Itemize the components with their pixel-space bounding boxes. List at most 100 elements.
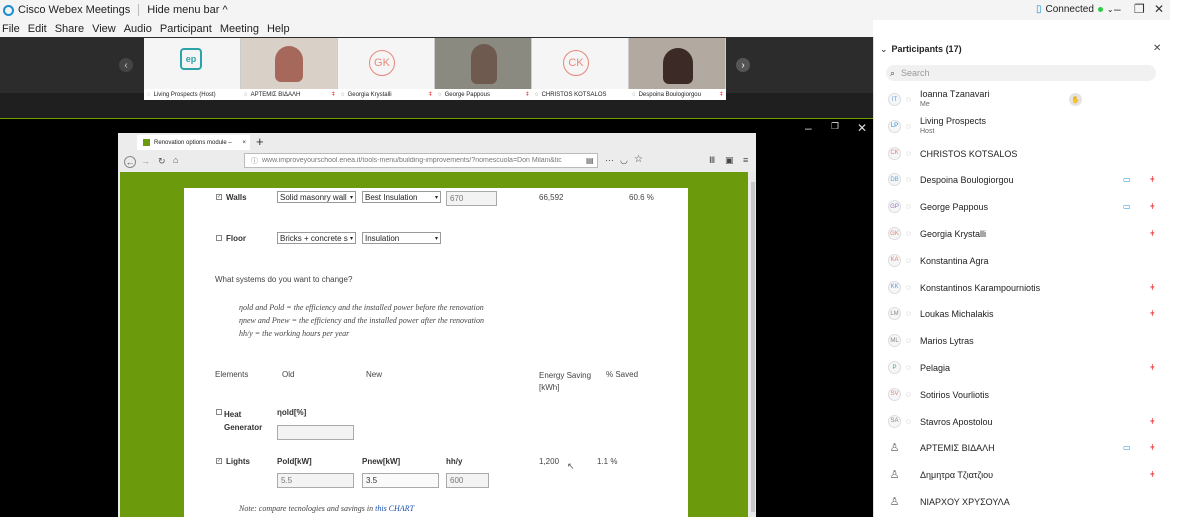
menu-help[interactable]: Help bbox=[267, 23, 290, 35]
participant-tile[interactable]: ep ◌ Living Prospects (Host) bbox=[144, 38, 241, 100]
participant-tile[interactable]: GK ◌ Georgia Krystalli ǂ bbox=[338, 38, 435, 100]
chart-link[interactable]: this CHART bbox=[375, 504, 414, 513]
menu-share[interactable]: Share bbox=[55, 23, 84, 35]
definition-old: ηold and Pold = the efficiency and the i… bbox=[239, 303, 484, 312]
participant-row[interactable]: P ◌ Pelagia ǂ bbox=[874, 355, 1167, 382]
filmstrip-prev-button[interactable]: ‹ bbox=[119, 58, 133, 72]
muted-mic-icon[interactable]: ǂ bbox=[1150, 229, 1155, 238]
menu-file[interactable]: File bbox=[2, 23, 20, 35]
participant-row[interactable]: KK ◌ Konstantinos Karampourniotis ǂ bbox=[874, 275, 1167, 302]
webex-logo-icon bbox=[3, 4, 14, 16]
audio-icon: ◌ bbox=[906, 282, 911, 292]
chevron-down-icon: ⌄ bbox=[880, 44, 888, 54]
muted-mic-icon[interactable]: ǂ bbox=[1150, 470, 1155, 479]
participant-search-input[interactable]: ⌕ Search bbox=[886, 65, 1156, 81]
participant-tile[interactable]: ◌ Despoina Boulogiorgou ǂ bbox=[629, 38, 726, 100]
power-old-input[interactable]: 5.5 bbox=[277, 473, 354, 488]
header-energy-saving: Energy Saving [kWh] bbox=[539, 371, 592, 392]
chevron-down-icon: ⌄ bbox=[1106, 5, 1114, 14]
participant-row[interactable]: ♙ ΑΡΤΕΜΙΣ ΒΙΔΑΛΗ ▭ ǂ bbox=[874, 435, 1167, 462]
walls-material-select[interactable]: Solid masonry wall ▾ bbox=[277, 191, 356, 203]
restore-icon[interactable]: ❐ bbox=[1134, 2, 1145, 16]
menu-meeting[interactable]: Meeting bbox=[220, 23, 259, 35]
muted-mic-icon[interactable]: ǂ bbox=[1150, 202, 1155, 211]
avatar: ♙ bbox=[889, 469, 900, 482]
forward-icon[interactable]: → bbox=[141, 156, 150, 166]
minimize-icon[interactable]: – bbox=[1114, 2, 1121, 16]
floor-label: Floor bbox=[226, 234, 246, 243]
walls-insulation-select[interactable]: Best Insulation ▾ bbox=[362, 191, 441, 203]
home-icon[interactable]: ⌂ bbox=[173, 155, 178, 165]
power-new-input[interactable]: 3.5 bbox=[362, 473, 439, 488]
lights-checkbox[interactable]: ✓ bbox=[216, 458, 222, 464]
organization-logo: ep bbox=[180, 48, 202, 70]
participant-tile[interactable]: CK ◌ CHRISTOS KOTSALOS bbox=[532, 38, 629, 100]
participant-name: Konstantina Agra bbox=[920, 255, 989, 266]
avatar: P bbox=[888, 361, 901, 374]
panel-close-icon[interactable]: ✕ bbox=[1153, 43, 1161, 54]
participant-row[interactable]: CK ◌ CHRISTOS KOTSALOS bbox=[874, 141, 1167, 168]
sidebar-icon[interactable]: ▣ bbox=[725, 155, 734, 166]
muted-mic-icon[interactable]: ǂ bbox=[1150, 175, 1155, 184]
audio-icon: ◌ bbox=[906, 309, 911, 319]
muted-mic-icon[interactable]: ǂ bbox=[1150, 363, 1155, 372]
participant-name: Ioanna Tzanavari bbox=[920, 89, 990, 99]
library-icon[interactable]: Ⅲ bbox=[709, 155, 715, 166]
floor-insulation-select[interactable]: Insulation ▾ bbox=[362, 232, 441, 244]
participant-row[interactable]: LP ◌ Living Prospects Host bbox=[874, 114, 1167, 141]
reload-icon[interactable]: ↻ bbox=[158, 156, 166, 167]
participant-name: Sotirios Vourliotis bbox=[920, 389, 990, 400]
floor-material-select[interactable]: Bricks + concrete s ▾ bbox=[277, 232, 356, 244]
audio-icon: ◌ bbox=[906, 389, 911, 399]
participant-tile[interactable]: ◌ George Pappous ǂ bbox=[435, 38, 532, 100]
hide-menu-button[interactable]: Hide menu bar ^ bbox=[147, 4, 227, 16]
participant-row[interactable]: KA ◌ Konstantina Agra bbox=[874, 248, 1167, 275]
participant-row[interactable]: DB ◌ Despoina Boulogiorgou ▭ ǂ bbox=[874, 167, 1167, 194]
eta-old-input[interactable] bbox=[277, 425, 354, 440]
menu-participant[interactable]: Participant bbox=[160, 23, 212, 35]
panel-title[interactable]: ⌄ Participants (17) bbox=[880, 44, 962, 55]
muted-mic-icon[interactable]: ǂ bbox=[1150, 443, 1155, 452]
close-icon[interactable]: ✕ bbox=[1154, 2, 1164, 16]
walls-checkbox[interactable]: ✓ bbox=[216, 194, 222, 200]
participant-row[interactable]: LM ◌ Loukas Michalakis ǂ bbox=[874, 301, 1167, 328]
floor-checkbox[interactable] bbox=[216, 235, 222, 241]
participant-row[interactable]: GK ◌ Georgia Krystalli ǂ bbox=[874, 221, 1167, 248]
muted-mic-icon[interactable]: ǂ bbox=[1150, 417, 1155, 426]
pocket-icon[interactable]: ◡ bbox=[620, 155, 628, 166]
participant-row[interactable]: ML ◌ Marios Lytras bbox=[874, 328, 1167, 355]
menu-edit[interactable]: Edit bbox=[28, 23, 47, 35]
participant-row[interactable]: SA ◌ Stavros Apostolou ǂ bbox=[874, 409, 1167, 436]
menu-view[interactable]: View bbox=[92, 23, 116, 35]
tab-close-icon[interactable]: × bbox=[242, 140, 250, 146]
hours-input[interactable]: 600 bbox=[446, 473, 489, 488]
participant-row[interactable]: GP ◌ George Pappous ▭ ǂ bbox=[874, 194, 1167, 221]
scrollbar[interactable] bbox=[750, 172, 756, 517]
avatar: ML bbox=[888, 334, 901, 348]
filmstrip-next-button[interactable]: › bbox=[736, 58, 750, 72]
menu-audio[interactable]: Audio bbox=[124, 23, 152, 35]
participant-tile[interactable]: ◌ ΑΡΤΕΜΙΣ ΒΙΔΑΛΗ ǂ bbox=[241, 38, 338, 100]
reader-icon[interactable]: ▤ bbox=[586, 156, 594, 165]
raise-hand-icon[interactable]: ✋ bbox=[1069, 93, 1082, 106]
participant-name: Konstantinos Karampourniotis bbox=[920, 282, 1041, 293]
more-icon[interactable]: ··· bbox=[605, 155, 614, 165]
participants-panel: ⌄ Participants (17) ✕ ⌕ Search IT ◌ Ioanna … bbox=[873, 37, 1166, 517]
new-tab-button[interactable]: + bbox=[256, 134, 264, 149]
heat-generator-checkbox[interactable] bbox=[216, 409, 222, 415]
participant-row[interactable]: ♙ Δημητρα Τζιατζιου ǂ bbox=[874, 462, 1167, 489]
audio-icon: ◌ bbox=[906, 229, 911, 238]
participant-name: ΝΙΑΡΧΟΥ ΧΡΥΣΟΥΛΑ bbox=[920, 497, 1010, 507]
menu-icon[interactable]: ≡ bbox=[743, 155, 748, 165]
back-icon[interactable]: ← bbox=[124, 156, 136, 168]
participant-row[interactable]: ♙ ΝΙΑΡΧΟΥ ΧΡΥΣΟΥΛΑ bbox=[874, 489, 1167, 516]
browser-tab[interactable]: Renovation options module – × bbox=[137, 135, 250, 150]
bookmark-star-icon[interactable]: ☆ bbox=[634, 154, 643, 165]
address-bar[interactable]: ⓘ www.improveyourschool.enea.it/tools-me… bbox=[244, 153, 598, 168]
participant-row[interactable]: SV ◌ Sotirios Vourliotis bbox=[874, 382, 1167, 409]
participant-row[interactable]: IT ◌ Ioanna Tzanavari Me ✋ bbox=[874, 87, 1167, 114]
muted-mic-icon[interactable]: ǂ bbox=[1150, 309, 1155, 318]
walls-value-input[interactable]: 670 bbox=[446, 191, 497, 206]
connection-status[interactable]: ▯ Connected ⌄ bbox=[1036, 4, 1114, 15]
muted-mic-icon[interactable]: ǂ bbox=[1150, 283, 1155, 292]
